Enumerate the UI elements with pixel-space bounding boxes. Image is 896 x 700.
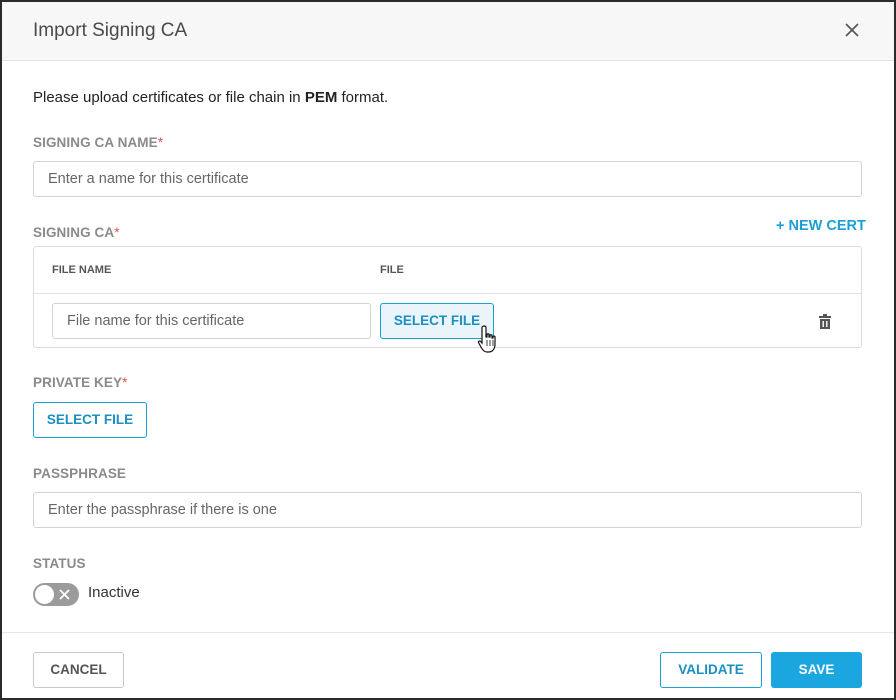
- new-cert-button[interactable]: + NEW CERT: [776, 218, 866, 234]
- toggle-knob: [35, 585, 54, 604]
- intro-text: Please upload certificates or file chain…: [33, 89, 388, 106]
- signing-ca-table: FILE NAME FILE SELECT FILE: [33, 246, 862, 348]
- signing-ca-label: SIGNING CA*: [33, 225, 120, 240]
- trash-icon[interactable]: [818, 314, 832, 330]
- footer-divider: [2, 632, 894, 633]
- status-toggle-text: Inactive: [88, 584, 140, 601]
- toggle-off-icon: [59, 589, 70, 600]
- required-mark: *: [122, 375, 128, 390]
- save-button[interactable]: SAVE: [771, 652, 862, 688]
- cancel-button[interactable]: CANCEL: [33, 652, 124, 688]
- cert-file-name-input[interactable]: [52, 303, 371, 339]
- signing-ca-label-text: SIGNING CA: [33, 225, 115, 240]
- private-key-label-text: PRIVATE KEY: [33, 375, 123, 390]
- signing-ca-name-input[interactable]: [33, 161, 862, 197]
- intro-text-format: PEM: [304, 89, 338, 106]
- private-key-label: PRIVATE KEY*: [33, 375, 127, 390]
- import-signing-ca-dialog: Import Signing CA Please upload certific…: [0, 0, 896, 700]
- signing-ca-name-label: SIGNING CA NAME*: [33, 135, 163, 150]
- dialog-header: Import Signing CA: [2, 2, 894, 61]
- required-mark: *: [157, 135, 164, 150]
- status-toggle[interactable]: [33, 583, 79, 606]
- table-divider: [34, 293, 861, 294]
- column-header-file: FILE: [380, 264, 404, 276]
- hand-cursor-icon: [477, 325, 496, 353]
- intro-text-before: Please upload certificates or file chain…: [33, 89, 305, 106]
- intro-text-after: format.: [337, 89, 389, 106]
- required-mark: *: [114, 225, 120, 240]
- signing-ca-name-label-text: SIGNING CA NAME: [33, 135, 158, 150]
- passphrase-label: PASSPHRASE: [33, 466, 127, 481]
- dialog-title: Import Signing CA: [33, 20, 188, 41]
- close-icon[interactable]: [840, 18, 864, 42]
- column-header-file-name: FILE NAME: [52, 264, 112, 276]
- validate-button[interactable]: VALIDATE: [660, 652, 762, 688]
- passphrase-input[interactable]: [33, 492, 862, 528]
- private-key-select-file-button[interactable]: SELECT FILE: [33, 402, 147, 438]
- status-label: STATUS: [33, 556, 86, 571]
